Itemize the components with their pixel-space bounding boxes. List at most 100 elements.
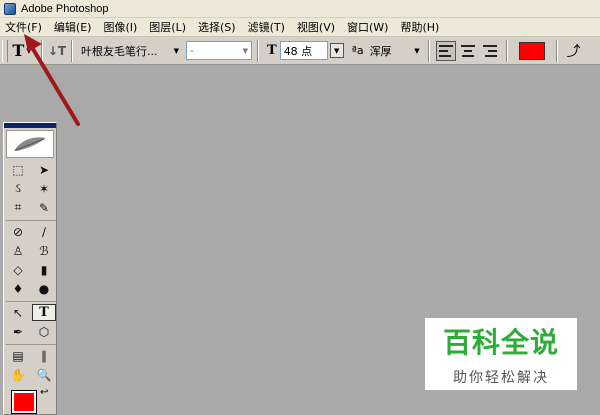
path-selection-tool[interactable]: ↖	[6, 304, 30, 321]
separator	[6, 342, 56, 345]
crop-tool[interactable]: ⌗	[6, 199, 30, 216]
slice-tool[interactable]: ✎	[32, 199, 56, 216]
notes-tool[interactable]: ▤	[6, 347, 30, 364]
move-icon: ➤	[38, 162, 50, 177]
menu-help[interactable]: 帮助(H)	[394, 19, 445, 36]
align-center-icon	[460, 44, 475, 57]
align-right-button[interactable]	[480, 41, 500, 61]
align-left-icon	[438, 44, 453, 57]
menu-window[interactable]: 窗口(W)	[341, 19, 394, 36]
menu-view[interactable]: 视图(V)	[291, 19, 341, 36]
magic-wand-tool[interactable]: ✶	[32, 180, 56, 197]
hand-tool[interactable]: ✋	[6, 366, 30, 383]
polygon-icon: ⬡	[38, 324, 50, 339]
window-title: Adobe Photoshop	[21, 2, 109, 15]
palette-title-bar[interactable]	[4, 123, 56, 128]
separator	[555, 39, 558, 62]
pen-icon: ✒	[12, 324, 24, 339]
separator	[257, 39, 259, 62]
eraser-tool[interactable]: ◇	[6, 261, 30, 278]
menu-bar: 文件(F) 编辑(E) 图像(I) 图层(L) 选择(S) 滤镜(T) 视图(V…	[0, 18, 600, 37]
eraser-icon: ◇	[13, 262, 23, 277]
blur-drop-icon: ♦	[12, 281, 24, 296]
brush-tool[interactable]: ∕	[32, 223, 56, 240]
chevron-down-icon: ▼	[242, 46, 248, 55]
crop-icon: ⌗	[14, 200, 22, 214]
photoshop-app-icon	[4, 2, 16, 15]
healing-brush-tool[interactable]: ⊘	[6, 223, 30, 240]
watermark-subtitle: 助你轻松解决	[453, 370, 549, 386]
align-left-button[interactable]	[435, 40, 456, 61]
font-size-icon: T	[267, 43, 277, 58]
path-arrow-icon: ↖	[12, 305, 24, 320]
stamp-icon: ♙	[12, 243, 24, 258]
antialias-icon: ªa	[351, 44, 364, 57]
text-tool-icon: T	[12, 41, 25, 60]
clone-stamp-tool[interactable]: ♙	[6, 242, 30, 259]
blur-tool[interactable]: ♦	[6, 280, 30, 297]
tool-options-bar: T ▼ ↓T 叶根友毛笔行... ▼ - ▼ T 48 点 ▼ ªa 浑厚 ▼ …	[0, 37, 600, 65]
eyedropper-tool[interactable]: ∥	[32, 347, 56, 364]
antialias-value: 浑厚	[369, 44, 392, 58]
rectangle-marquee-icon: ⬚	[12, 162, 24, 177]
menu-edit[interactable]: 编辑(E)	[48, 19, 98, 36]
brush-icon: ∕	[41, 224, 47, 239]
move-tool[interactable]: ➤	[32, 161, 56, 178]
gradient-icon: ▮	[40, 262, 48, 277]
lasso-icon: ઽ	[15, 181, 21, 195]
palette-logo[interactable]	[6, 130, 54, 158]
menu-filter[interactable]: 滤镜(T)	[242, 19, 291, 36]
tools-palette: ⬚ ➤ ઽ ✶ ⌗ ✎ ⊘ ∕ ♙ ℬ ◇ ▮ ♦ ● ↖ T ✒ ⬡ ▤ ∥ …	[3, 122, 57, 415]
tool-preset-picker[interactable]: T ▼	[8, 40, 36, 62]
magic-wand-icon: ✶	[38, 181, 50, 196]
separator	[71, 39, 73, 62]
font-size-value: 48 点	[283, 44, 313, 58]
separator	[427, 39, 430, 62]
dodge-tool[interactable]: ●	[32, 280, 56, 297]
font-style-select[interactable]: - ▼	[186, 41, 252, 60]
font-size-input[interactable]: 48 点	[279, 41, 328, 60]
text-color-swatch[interactable]	[518, 41, 545, 60]
lasso-tool[interactable]: ઽ	[6, 180, 30, 197]
chevron-down-icon: ▼	[173, 46, 179, 55]
align-center-button[interactable]	[458, 41, 478, 61]
menu-file[interactable]: 文件(F)	[0, 19, 48, 36]
watermark-title-box: 百科全说	[425, 318, 577, 364]
antialias-select[interactable]: 浑厚 ▼	[367, 41, 423, 60]
separator	[6, 218, 56, 221]
separator	[41, 39, 43, 62]
warp-text-icon[interactable]: ⤴	[567, 41, 581, 61]
menu-select[interactable]: 选择(S)	[192, 19, 242, 36]
menu-layer[interactable]: 图层(L)	[143, 19, 192, 36]
align-right-icon	[482, 44, 497, 57]
pen-tool[interactable]: ✒	[6, 323, 30, 340]
font-size-dropdown-button[interactable]: ▼	[329, 43, 344, 58]
gradient-tool[interactable]: ▮	[32, 261, 56, 278]
zoom-tool[interactable]: 🔍	[32, 366, 56, 383]
history-brush-tool[interactable]: ℬ	[32, 242, 56, 259]
marquee-tool[interactable]: ⬚	[6, 161, 30, 178]
foreground-color-swatch[interactable]	[11, 390, 37, 414]
separator	[6, 299, 56, 302]
feather-icon	[14, 137, 46, 151]
text-orientation-icon[interactable]: ↓T	[48, 42, 66, 60]
font-family-select[interactable]: 叶根友毛笔行... ▼	[78, 41, 182, 60]
magnifier-icon: 🔍	[36, 367, 52, 382]
watermark-badge: 百科全说 助你轻松解决	[425, 318, 577, 390]
title-bar: Adobe Photoshop	[0, 0, 600, 18]
history-brush-icon: ℬ	[39, 243, 49, 258]
font-style-value: -	[190, 44, 194, 57]
swap-colors-icon[interactable]: ↩	[40, 387, 48, 398]
eyedropper-icon: ∥	[41, 348, 47, 363]
type-tool[interactable]: T	[32, 304, 56, 321]
bandage-icon: ⊘	[12, 224, 24, 239]
separator	[505, 39, 508, 62]
menu-image[interactable]: 图像(I)	[97, 19, 143, 36]
type-tool-icon: T	[39, 305, 49, 320]
tool-grid: ⬚ ➤ ઽ ✶ ⌗ ✎ ⊘ ∕ ♙ ℬ ◇ ▮ ♦ ● ↖ T ✒ ⬡ ▤ ∥ …	[4, 161, 56, 383]
shape-tool[interactable]: ⬡	[32, 323, 56, 340]
watermark-title: 百科全说	[442, 326, 559, 359]
chevron-down-icon: ▼	[26, 46, 32, 55]
note-icon: ▤	[12, 348, 24, 363]
chevron-down-icon: ▼	[414, 46, 420, 55]
